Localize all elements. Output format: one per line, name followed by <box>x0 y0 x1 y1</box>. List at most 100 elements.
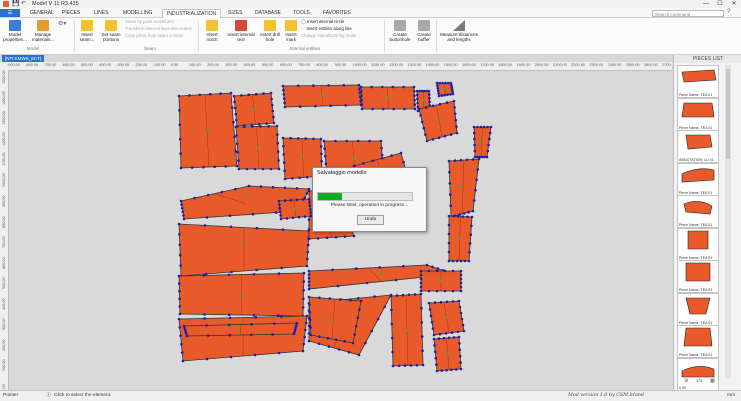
piece-point[interactable] <box>278 210 282 214</box>
piece-point[interactable] <box>425 89 428 93</box>
help-icon[interactable]: ? <box>727 9 730 15</box>
piece-point[interactable] <box>281 228 285 231</box>
insert-circle-item[interactable]: ◯ Insert internal circle <box>301 19 344 25</box>
piece-point[interactable] <box>433 344 436 347</box>
piece-point[interactable] <box>360 103 364 106</box>
piece-point[interactable] <box>277 167 281 171</box>
piece-point[interactable] <box>179 199 183 203</box>
piece-point[interactable] <box>445 368 448 372</box>
piece-point[interactable] <box>312 137 315 141</box>
create-buttonhole-button[interactable]: Create buttonhole <box>387 20 413 42</box>
piece-point[interactable] <box>419 269 423 273</box>
piece-point[interactable] <box>457 335 461 339</box>
piece-point[interactable] <box>448 93 452 96</box>
piece-point[interactable] <box>463 259 467 263</box>
piece-point[interactable] <box>254 315 258 319</box>
transform-lines-item[interactable]: Transform internal lines into seams <box>125 26 192 32</box>
piece-point[interactable] <box>178 137 182 141</box>
piece-point[interactable] <box>402 85 405 89</box>
piece-point[interactable] <box>430 320 434 324</box>
piece-point[interactable] <box>234 125 238 129</box>
piece-point[interactable] <box>203 317 206 320</box>
piece-point[interactable] <box>179 152 182 155</box>
piece-point[interactable] <box>379 139 383 143</box>
piece-point[interactable] <box>427 301 431 305</box>
piece-point[interactable] <box>456 330 460 334</box>
piece-point[interactable] <box>232 94 236 98</box>
piece-point[interactable] <box>334 139 337 143</box>
piece-point[interactable] <box>447 241 451 245</box>
piece-point[interactable] <box>259 125 262 128</box>
piece-point[interactable] <box>283 186 287 190</box>
piece-point[interactable] <box>354 324 358 328</box>
piece-point[interactable] <box>279 217 283 221</box>
piece-point[interactable] <box>413 107 417 111</box>
piece-point[interactable] <box>403 364 407 367</box>
piece-point[interactable] <box>283 169 286 173</box>
piece-point[interactable] <box>449 133 453 136</box>
piece-point[interactable] <box>380 156 384 160</box>
piece-point[interactable] <box>230 106 234 109</box>
piece-point[interactable] <box>452 99 456 103</box>
piece-point[interactable] <box>261 167 265 171</box>
piece-point[interactable] <box>459 289 463 293</box>
piece-point[interactable] <box>305 264 309 268</box>
piece-point[interactable] <box>295 323 298 327</box>
piece-point[interactable] <box>474 188 477 192</box>
piece-point[interactable] <box>380 85 384 89</box>
piece-point[interactable] <box>419 285 423 289</box>
piece-point[interactable] <box>228 214 232 218</box>
piece-point[interactable] <box>307 280 311 284</box>
piece-point[interactable] <box>301 306 305 309</box>
piece-point[interactable] <box>307 273 311 276</box>
pattern-piece[interactable] <box>308 296 362 344</box>
piece-point[interactable] <box>459 277 463 281</box>
piece-point[interactable] <box>178 312 182 316</box>
minimize-button[interactable]: — <box>700 0 712 8</box>
piece-point[interactable] <box>467 259 471 263</box>
piece-point[interactable] <box>308 201 311 204</box>
piece-point[interactable] <box>409 364 413 367</box>
piece-point[interactable] <box>205 324 208 327</box>
piece-point[interactable] <box>444 332 448 335</box>
piece-point[interactable] <box>489 125 493 129</box>
piece-list-item[interactable]: Piece Name: TEA 01 <box>677 227 719 261</box>
piece-point[interactable] <box>483 155 486 159</box>
piece-point[interactable] <box>371 159 375 163</box>
piece-point[interactable] <box>479 125 483 129</box>
piece-point[interactable] <box>449 81 453 85</box>
piece-point[interactable] <box>278 206 282 210</box>
piece-point[interactable] <box>305 175 309 179</box>
piece-point[interactable] <box>422 89 426 93</box>
piece-point[interactable] <box>443 93 446 97</box>
piece-point[interactable] <box>302 297 305 301</box>
piece-point[interactable] <box>485 155 489 159</box>
change-manufacturing-item[interactable]: Change manufacturing mode... <box>301 33 360 39</box>
piece-point[interactable] <box>282 161 286 164</box>
piece-point[interactable] <box>390 308 393 312</box>
piece-point[interactable] <box>250 322 254 326</box>
piece-point[interactable] <box>205 357 209 361</box>
piece-point[interactable] <box>360 107 364 111</box>
piece-point[interactable] <box>307 218 311 222</box>
piece-point[interactable] <box>282 153 286 156</box>
piece-point[interactable] <box>237 159 240 162</box>
piece-point[interactable] <box>276 133 279 136</box>
piece-point[interactable] <box>413 103 417 106</box>
piece-point[interactable] <box>449 204 452 208</box>
piece-point[interactable] <box>228 333 232 337</box>
piece-point[interactable] <box>458 348 462 352</box>
piece-list-item[interactable]: Piece Name: TEA 01 <box>677 260 719 293</box>
piece-point[interactable] <box>415 89 419 93</box>
piece-point[interactable] <box>444 81 447 85</box>
piece-point[interactable] <box>419 273 423 277</box>
piece-point[interactable] <box>272 115 275 119</box>
piece-point[interactable] <box>295 187 299 190</box>
piece-point[interactable] <box>306 250 310 254</box>
piece-point[interactable] <box>383 305 386 309</box>
piece-point[interactable] <box>178 109 181 112</box>
piece-point[interactable] <box>359 90 363 93</box>
piece-point[interactable] <box>438 102 442 106</box>
piece-point[interactable] <box>204 272 208 276</box>
piece-point[interactable] <box>254 92 258 96</box>
